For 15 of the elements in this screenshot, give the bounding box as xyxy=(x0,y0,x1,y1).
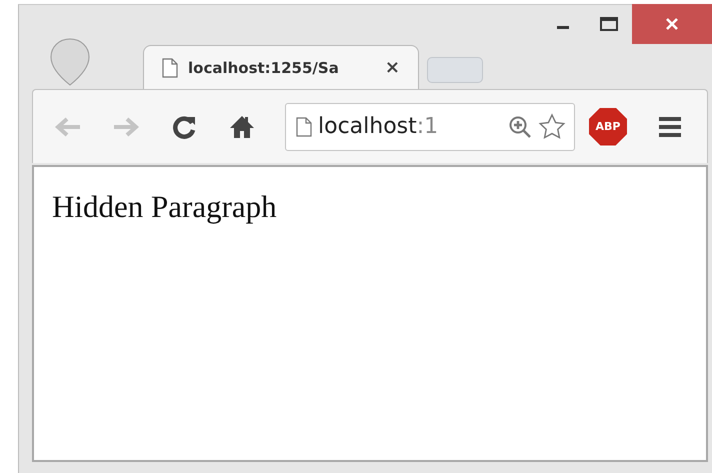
paragraph: Hidden Paragraph xyxy=(52,189,278,225)
address-bar[interactable]: localhost:1 xyxy=(285,102,575,150)
avatar-icon[interactable] xyxy=(49,37,91,87)
tab-title: localhost:1255/Sa xyxy=(188,58,340,76)
close-icon xyxy=(665,17,679,31)
zoom-icon[interactable] xyxy=(508,114,532,138)
page-icon xyxy=(296,116,312,136)
adblock-button[interactable]: ABP xyxy=(589,108,627,146)
browser-tab[interactable]: localhost:1255/Sa × xyxy=(143,45,419,89)
url-text: localhost:1 xyxy=(318,114,440,139)
menu-icon[interactable] xyxy=(657,114,683,138)
star-icon[interactable] xyxy=(538,112,566,140)
maximize-icon[interactable] xyxy=(600,17,618,31)
tab-close-button[interactable]: × xyxy=(380,57,404,78)
page-icon xyxy=(162,58,178,78)
